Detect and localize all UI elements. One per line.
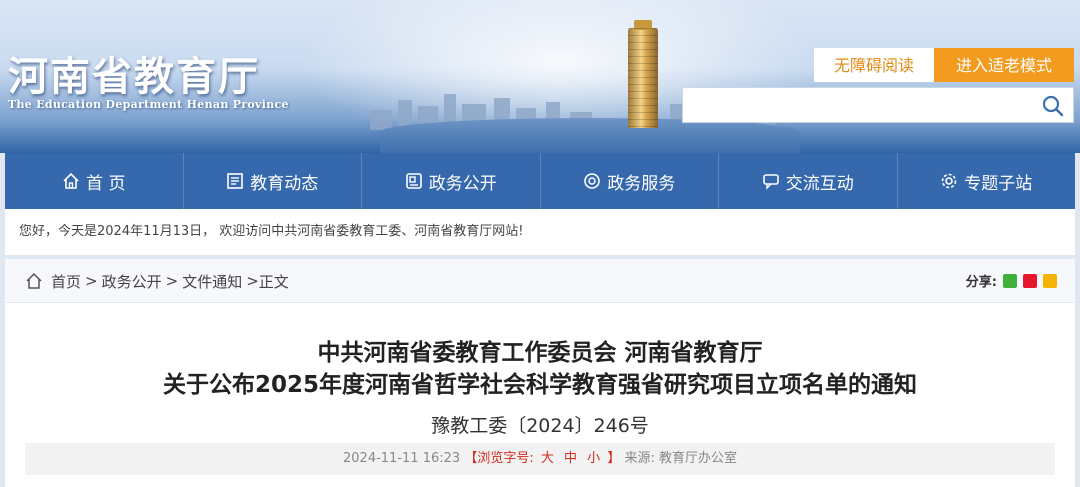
- nav-item-gov-service[interactable]: 政务服务: [541, 153, 719, 209]
- breadcrumb-separator: >: [85, 272, 98, 290]
- article-title-line1: 中共河南省委教育工作委员会 河南省教育厅: [317, 340, 763, 366]
- news-icon: [227, 173, 244, 189]
- breadcrumb-gov-affairs-link[interactable]: 政务公开: [102, 271, 162, 292]
- home-icon: [26, 272, 42, 289]
- welcome-message: 您好，今天是2024年11月13日， 欢迎访问中共河南省委教育工委、河南省教育厅…: [5, 209, 1075, 255]
- nav-item-home[interactable]: 首 页: [5, 153, 184, 209]
- site-subtitle: The Education Department Henan Province: [8, 98, 289, 111]
- nav-item-gov-affairs[interactable]: 政务公开: [362, 153, 541, 209]
- article: 中共河南省委教育工作委员会 河南省教育厅 关于公布2025年度河南省哲学社会科学…: [5, 303, 1075, 487]
- nav-label: 政务公开: [428, 173, 497, 194]
- nav-item-news[interactable]: 教育动态: [184, 153, 362, 209]
- site-title: 河南省教育厅: [8, 53, 260, 100]
- document-number: 豫教工委〔2024〕246号: [431, 415, 649, 437]
- header-banner: 河南省教育厅 The Education Department Henan Pr…: [0, 0, 1080, 153]
- font-size-label: 【浏览字号:: [464, 451, 534, 466]
- river: [380, 118, 800, 153]
- search-icon[interactable]: [1039, 92, 1067, 120]
- breadcrumb: 首页 > 政务公开 > 文件通知 > 正文: [25, 259, 289, 303]
- elder-mode-button[interactable]: 进入适老模式: [934, 48, 1074, 82]
- search-box: [682, 87, 1074, 123]
- breadcrumb-current: 正文: [258, 272, 289, 291]
- accessibility-reading-button[interactable]: 无障碍阅读: [814, 48, 934, 82]
- nav-label: 教育动态: [250, 173, 319, 194]
- weibo-icon[interactable]: [1023, 273, 1037, 288]
- service-icon: [584, 173, 601, 189]
- breadcrumb-bar: 首页 > 政务公开 > 文件通知 > 正文 分享:: [5, 259, 1075, 303]
- font-size-small-link[interactable]: 小: [587, 451, 600, 466]
- chat-icon: [762, 174, 779, 190]
- breadcrumb-notices-link[interactable]: 文件通知: [182, 271, 242, 292]
- breadcrumb-separator: >: [165, 272, 179, 290]
- font-size-close: 】: [607, 451, 621, 466]
- landmark-tower: [628, 20, 658, 128]
- search-input[interactable]: [683, 88, 1023, 122]
- nav-label: 政务服务: [607, 173, 676, 194]
- main-nav: 首 页 教育动态 政务公开 政务服务 交流互动 专题子站: [5, 153, 1075, 209]
- share-bar: 分享:: [966, 271, 1057, 290]
- publish-date: 2024-11-11 16:23: [343, 451, 461, 466]
- font-size-medium-link[interactable]: 中: [564, 451, 577, 466]
- nav-item-subsites[interactable]: 专题子站: [898, 153, 1076, 209]
- breadcrumb-home-link[interactable]: 首页: [51, 271, 81, 292]
- book-icon: [405, 173, 422, 189]
- nav-label: 专题子站: [964, 173, 1033, 194]
- article-title-line2: 关于公布2025年度河南省哲学社会科学教育强省研究项目立项名单的通知: [162, 372, 917, 398]
- qzone-icon[interactable]: [1043, 273, 1057, 288]
- nav-item-interaction[interactable]: 交流互动: [719, 153, 898, 209]
- nav-label: 交流互动: [785, 173, 854, 194]
- share-label: 分享:: [965, 275, 997, 290]
- wechat-icon[interactable]: [1003, 273, 1017, 288]
- home-icon: [63, 172, 79, 189]
- article-source: 来源: 教育厅办公室: [624, 451, 737, 466]
- font-size-large-link[interactable]: 大: [541, 451, 554, 466]
- nav-label: 首 页: [86, 173, 126, 194]
- breadcrumb-separator: >: [246, 272, 259, 290]
- gear-icon: [941, 173, 957, 189]
- article-meta: 2024-11-11 16:23 【浏览字号: 大 中 小 】 来源: 教育厅办…: [25, 443, 1055, 475]
